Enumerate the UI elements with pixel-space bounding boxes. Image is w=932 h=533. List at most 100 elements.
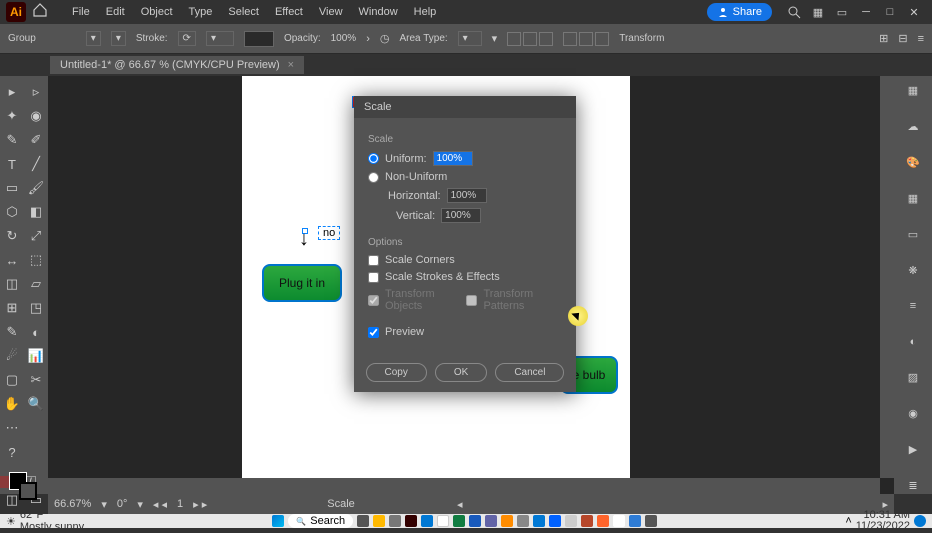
menu-select[interactable]: Select — [220, 6, 267, 18]
shape-builder-tool[interactable]: ◫ — [0, 272, 24, 296]
app3-icon[interactable] — [549, 515, 561, 527]
layers-panel-icon[interactable]: ≣ — [903, 476, 923, 494]
document-tab[interactable]: Untitled-1* @ 66.67 % (CMYK/CPU Preview)… — [50, 56, 304, 74]
ok-button[interactable]: OK — [435, 363, 487, 382]
magic-wand-tool[interactable]: ✦ — [0, 104, 24, 128]
stroke-weight[interactable]: ⟳ — [178, 31, 196, 46]
snagit-icon[interactable] — [629, 515, 641, 527]
rectangle-tool[interactable]: ▭ — [0, 176, 24, 200]
artboard-tool[interactable]: ▢ — [0, 368, 24, 392]
rotate-value[interactable]: 0° — [117, 498, 128, 510]
mesh-tool[interactable]: ⊞ — [0, 296, 24, 320]
direct-selection-tool[interactable]: ▹ — [24, 80, 48, 104]
powerpoint-icon[interactable] — [581, 515, 593, 527]
brushes-panel-icon[interactable]: ▭ — [903, 225, 923, 243]
swatch[interactable] — [244, 31, 274, 47]
tab-close-icon[interactable]: × — [288, 59, 294, 71]
vertical-input[interactable]: 100% — [441, 208, 481, 223]
scale-tool[interactable]: ⤢ — [24, 224, 48, 248]
menu-view[interactable]: View — [311, 6, 351, 18]
copy-button[interactable]: Copy — [366, 363, 427, 382]
selection-tool[interactable]: ▸ — [0, 80, 24, 104]
nonuniform-radio[interactable] — [368, 172, 379, 183]
pref-icon[interactable]: ⊞ — [879, 32, 888, 45]
opacity-arrow-icon[interactable]: › — [366, 33, 370, 45]
transform-label[interactable]: Transform — [619, 33, 664, 44]
cancel-button[interactable]: Cancel — [495, 363, 564, 382]
share-button[interactable]: Share — [707, 3, 772, 21]
workspace-icon[interactable]: ▭ — [832, 2, 852, 22]
scale-strokes-checkbox[interactable] — [368, 272, 379, 283]
explorer-icon[interactable] — [373, 515, 385, 527]
graph-tool[interactable]: 📊 — [24, 344, 48, 368]
brush-tool[interactable]: 🖌 — [24, 176, 48, 200]
teams-icon[interactable] — [485, 515, 497, 527]
width-tool[interactable]: ↔ — [0, 248, 24, 272]
artboard-number[interactable]: 1 — [177, 498, 183, 510]
arrange-icon[interactable]: ▦ — [808, 2, 828, 22]
horizontal-scrollbar[interactable] — [48, 478, 880, 494]
chrome2-icon[interactable] — [613, 515, 625, 527]
free-transform-tool[interactable]: ⬚ — [24, 248, 48, 272]
app2-icon[interactable] — [517, 515, 529, 527]
artboard-nav[interactable]: ◂ ◂ — [153, 498, 167, 511]
appearance-panel-icon[interactable]: ◉ — [903, 404, 923, 422]
properties-panel-icon[interactable]: ▦ — [903, 82, 923, 100]
edit-toolbar[interactable]: ⋯ — [0, 416, 24, 440]
zoom-tool[interactable]: 🔍 — [24, 392, 48, 416]
green-shape-1[interactable]: Plug it in — [262, 264, 342, 302]
app6-icon[interactable] — [645, 515, 657, 527]
line-tool[interactable]: ╱ — [24, 152, 48, 176]
app4-icon[interactable] — [565, 515, 577, 527]
vertical-scrollbar[interactable] — [880, 76, 894, 478]
uniform-radio[interactable] — [368, 153, 379, 164]
brush-dropdown[interactable]: ▾ — [206, 31, 234, 46]
menu-object[interactable]: Object — [133, 6, 181, 18]
close-icon[interactable]: ✕ — [904, 2, 924, 22]
app-icon[interactable] — [389, 515, 401, 527]
edge-icon[interactable] — [533, 515, 545, 527]
doc-setup-icon[interactable]: ▾ — [492, 32, 498, 45]
artboard-nav-fwd[interactable]: ▸ ▸ — [193, 498, 207, 511]
excel-icon[interactable] — [453, 515, 465, 527]
tray-chevron-icon[interactable]: ˄ — [845, 515, 851, 527]
start-icon[interactable] — [272, 515, 284, 527]
rotate-tool[interactable]: ↻ — [0, 224, 24, 248]
preview-checkbox[interactable] — [368, 327, 379, 338]
symbols-panel-icon[interactable]: ❋ — [903, 261, 923, 279]
help-tool[interactable]: ? — [0, 440, 24, 464]
recolor-icon[interactable]: ◷ — [380, 32, 390, 45]
hamburger-icon[interactable]: ≡ — [918, 33, 924, 45]
symbol-tool[interactable]: ☄ — [0, 344, 24, 368]
fill-dropdown[interactable]: ▾ — [86, 31, 101, 46]
opacity-value[interactable]: 100% — [331, 33, 357, 44]
perspective-tool[interactable]: ▱ — [24, 272, 48, 296]
weather-widget[interactable]: ☀ 62°FMostly sunny — [6, 509, 84, 533]
home-icon[interactable] — [32, 2, 52, 22]
eraser-tool[interactable]: ◧ — [24, 200, 48, 224]
gradient-tool[interactable]: ◳ — [24, 296, 48, 320]
area-type-dropdown[interactable]: ▾ — [458, 31, 482, 46]
eyedropper-tool[interactable]: ✎ — [0, 320, 24, 344]
uniform-input[interactable]: 100% — [433, 151, 473, 166]
play-icon[interactable]: ▶ — [903, 440, 923, 458]
app5-icon[interactable] — [597, 515, 609, 527]
maximize-icon[interactable]: □ — [880, 2, 900, 22]
gradient-panel-icon[interactable]: ◐ — [903, 333, 923, 351]
taskview-icon[interactable] — [357, 515, 369, 527]
menu-type[interactable]: Type — [181, 6, 221, 18]
swatches-panel-icon[interactable]: ▦ — [903, 189, 923, 207]
menu-window[interactable]: Window — [351, 6, 406, 18]
lasso-tool[interactable]: ◉ — [24, 104, 48, 128]
transparency-panel-icon[interactable]: ▨ — [903, 369, 923, 387]
chrome-icon[interactable] — [437, 515, 449, 527]
shaper-tool[interactable]: ⬡ — [0, 200, 24, 224]
menu-effect[interactable]: Effect — [267, 6, 311, 18]
minimize-icon[interactable]: ─ — [856, 2, 876, 22]
menu-edit[interactable]: Edit — [98, 6, 133, 18]
type-tool[interactable]: T — [0, 152, 24, 176]
hand-tool[interactable]: ✋ — [0, 392, 24, 416]
taskbar-search[interactable]: 🔍Search — [288, 514, 353, 528]
curvature-tool[interactable]: ✐ — [24, 128, 48, 152]
search-icon[interactable] — [784, 2, 804, 22]
